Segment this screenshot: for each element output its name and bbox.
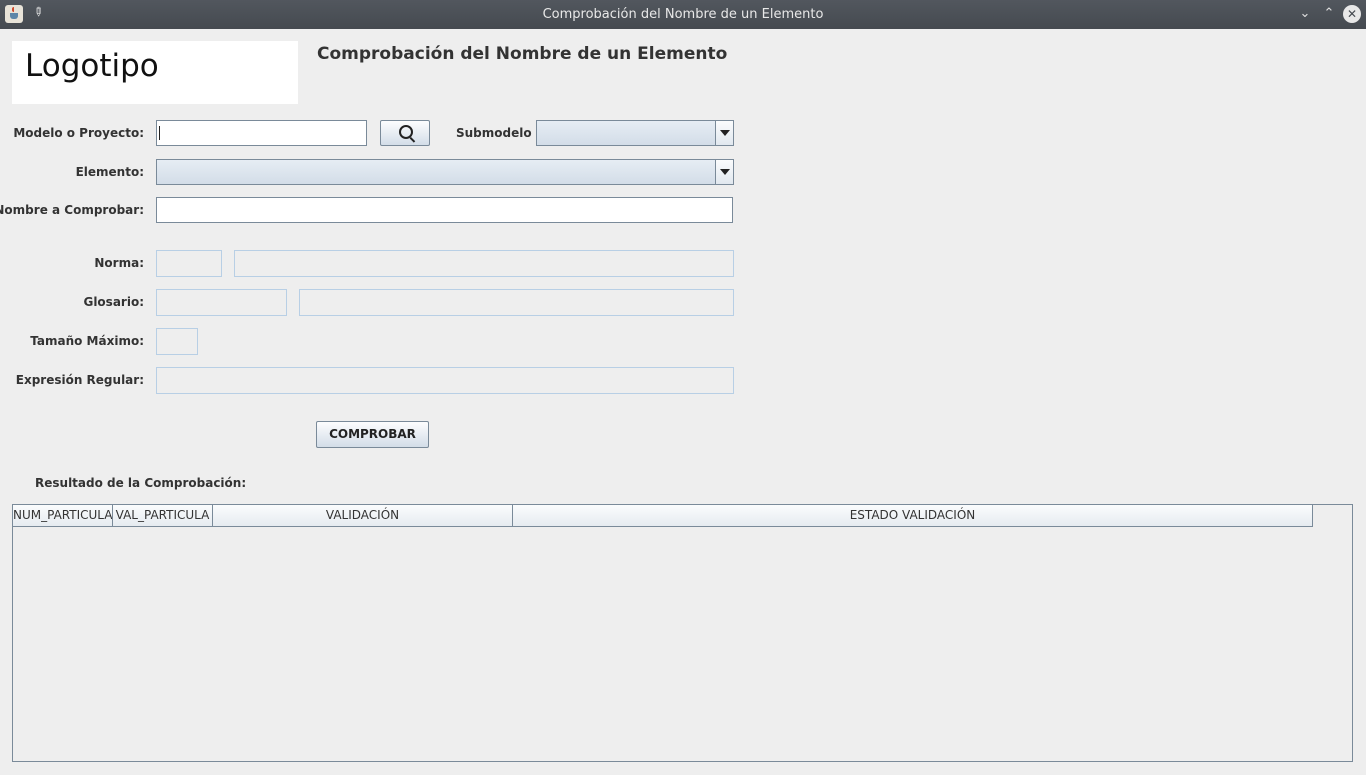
norma-label: Norma: xyxy=(94,256,144,270)
close-button[interactable]: ✕ xyxy=(1343,5,1361,23)
norma-code-field xyxy=(156,250,222,277)
table-header: NUM_PARTICULA VAL_PARTICULA VALIDACIÓN E… xyxy=(13,505,1313,527)
modelo-label: Modelo o Proyecto: xyxy=(13,126,144,140)
results-table[interactable]: NUM_PARTICULA VAL_PARTICULA VALIDACIÓN E… xyxy=(12,504,1353,762)
glosario-description-field xyxy=(299,289,734,316)
elemento-select[interactable] xyxy=(156,159,734,185)
minimize-button[interactable]: ⌄ xyxy=(1296,5,1314,23)
window-title-bar: ✎ Comprobación del Nombre de un Elemento… xyxy=(0,0,1366,29)
logo-text: Logotipo xyxy=(25,48,159,84)
column-header-validacion[interactable]: VALIDACIÓN xyxy=(213,505,513,526)
tamano-field xyxy=(156,328,198,355)
expresion-label: Expresión Regular: xyxy=(15,373,144,387)
window-title: Comprobación del Nombre de un Elemento xyxy=(542,7,824,22)
search-button[interactable] xyxy=(380,120,430,146)
text-caret xyxy=(159,126,160,140)
submodelo-label: Submodelo xyxy=(456,126,532,140)
maximize-button[interactable]: ⌃ xyxy=(1320,5,1338,23)
logo: Logotipo xyxy=(12,41,298,104)
nombre-label: Nombre a Comprobar: xyxy=(0,203,144,217)
nombre-input[interactable] xyxy=(156,197,733,223)
glosario-label: Glosario: xyxy=(83,295,144,309)
submodelo-select[interactable] xyxy=(536,120,734,146)
chevron-down-icon[interactable] xyxy=(715,121,733,145)
modelo-input[interactable] xyxy=(156,120,367,146)
comprobar-button[interactable]: COMPROBAR xyxy=(316,421,429,448)
results-label: Resultado de la Comprobación: xyxy=(35,476,247,490)
search-icon xyxy=(399,125,413,139)
elemento-label: Elemento: xyxy=(75,165,144,179)
glosario-code-field xyxy=(156,289,287,316)
column-header-val-particula[interactable]: VAL_PARTICULA xyxy=(113,505,213,526)
column-header-estado-validacion[interactable]: ESTADO VALIDACIÓN xyxy=(513,505,1313,526)
chevron-down-icon[interactable] xyxy=(715,160,733,184)
expresion-field xyxy=(156,367,734,394)
tamano-label: Tamaño Máximo: xyxy=(30,334,144,348)
column-header-num-particula[interactable]: NUM_PARTICULA xyxy=(13,505,113,526)
norma-description-field xyxy=(234,250,734,277)
page-heading: Comprobación del Nombre de un Elemento xyxy=(317,44,728,64)
